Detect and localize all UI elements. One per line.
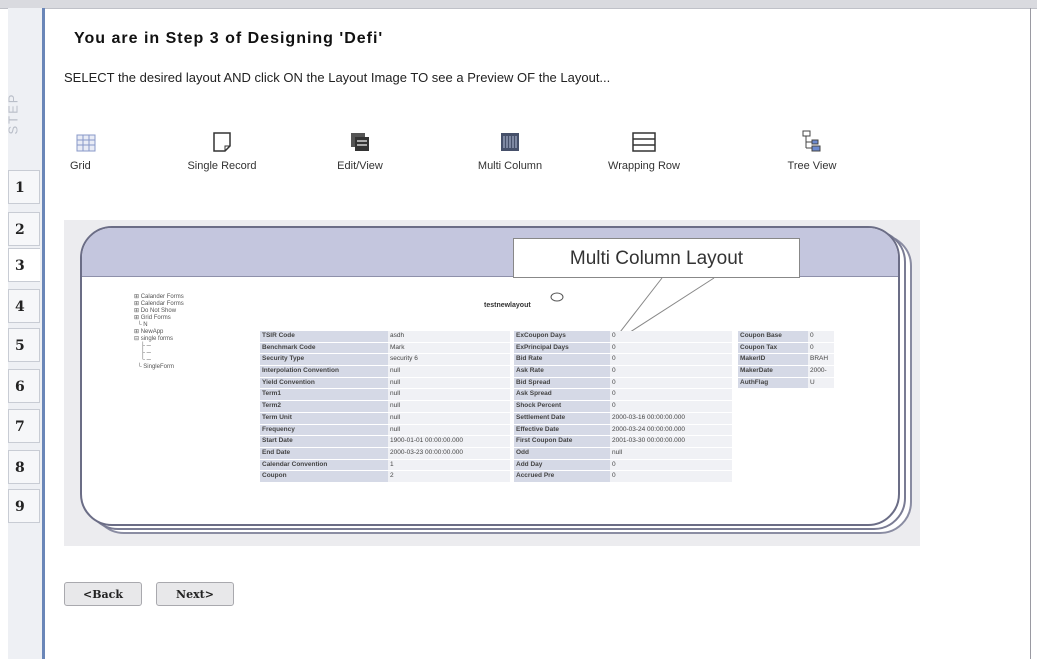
mini-row: AuthFlag U: [738, 377, 834, 390]
step-tab-5[interactable]: 5: [8, 328, 40, 362]
layout-preview-image[interactable]: Multi Column Layout ⊞ Calander Forms ⊞ C…: [64, 220, 920, 546]
instruction-text: SELECT the desired layout AND click ON t…: [64, 70, 611, 85]
mini-row: ExCoupon Days 0: [514, 331, 732, 343]
mini-row: Benchmark Code Mark: [260, 342, 510, 355]
mini-row: Term1 null: [260, 389, 510, 402]
step-tab-3[interactable]: 3: [8, 248, 40, 282]
layout-label: Wrapping Row: [608, 160, 680, 172]
mini-row: Shock Percent 0: [514, 401, 732, 413]
step-tab-7[interactable]: 7: [8, 409, 40, 443]
mini-row: First Coupon Date 2001-03-30 00:00:00.000: [514, 436, 732, 448]
tree-item: ⊞ Calander Forms: [134, 294, 184, 300]
mini-row: MakerID BRAH: [738, 354, 834, 367]
layout-label: Grid: [70, 160, 91, 172]
mini-row: Ask Spread 0: [514, 389, 732, 402]
layout-label: Tree View: [787, 160, 837, 172]
mini-grid-col1: TSIR Code asdh Benchmark Code Mark Securit…: [260, 331, 510, 483]
mini-row: Interpolation Convention null: [260, 366, 510, 378]
mini-form-title: testnewlayout: [484, 302, 531, 309]
mini-row: Settlement Date 2000-03-16 00:00:00.000: [514, 412, 732, 425]
mini-row: Coupon 2: [260, 471, 510, 483]
step-sidebar: STEP 1 2 3 4 5 6 7 8 9: [5, 8, 45, 659]
mini-row: Bid Spread 0: [514, 377, 732, 390]
mini-row: Coupon Base 0: [738, 331, 834, 343]
step-tab-1[interactable]: 1: [8, 170, 40, 204]
next-button[interactable]: Next>: [156, 582, 234, 606]
step-tab-9[interactable]: 9: [8, 489, 40, 523]
layout-option-wrapping-row[interactable]: Wrapping Row: [594, 120, 694, 172]
mini-row: Coupon Tax 0: [738, 342, 834, 355]
mini-row: Add Day 0: [514, 459, 732, 472]
mini-row: Start Date 1900-01-01 00:00:00.000: [260, 436, 510, 448]
tree-item: └ N: [134, 322, 148, 328]
step-tab-6[interactable]: 6: [8, 369, 40, 403]
step-tab-8[interactable]: 8: [8, 450, 40, 484]
mini-view-icon: [550, 292, 564, 302]
mini-row: TSIR Code asdh: [260, 331, 510, 343]
mini-row: End Date 2000-03-23 00:00:00.000: [260, 447, 510, 460]
layout-label: Multi Column: [477, 160, 543, 172]
tree-item: └ SingleForm: [134, 364, 174, 370]
mini-row: Calendar Convention 1: [260, 459, 510, 472]
single-record-icon: [172, 120, 272, 152]
mini-row: MakerDate 2000-: [738, 366, 834, 378]
page-title: You are in Step 3 of Designing 'Defi': [74, 30, 384, 47]
mini-tree: ⊞ Calander Forms ⊞ Calendar Forms ⊞ Do N…: [134, 294, 184, 371]
tree-item: └ ─: [134, 357, 151, 363]
layout-option-multi-column[interactable]: Multi Column: [474, 120, 546, 172]
layout-label: Single Record: [187, 160, 257, 172]
tree-item: ⊞ Grid Forms: [134, 315, 171, 321]
step-tab-4[interactable]: 4: [8, 289, 40, 323]
tree-item: ⊞ Do Not Show: [134, 308, 177, 314]
step-tab-2[interactable]: 2: [8, 212, 40, 246]
mini-row: Ask Rate 0: [514, 366, 732, 378]
mini-row: Security Type security 6: [260, 354, 510, 367]
mini-row: Accrued Pre 0: [514, 471, 732, 483]
layout-option-single-record[interactable]: Single Record: [172, 120, 272, 172]
mini-row: Frequency null: [260, 424, 510, 437]
layout-option-edit-view[interactable]: Edit/View: [330, 120, 390, 172]
tree-item: ⊞ Calendar Forms: [134, 301, 184, 307]
mini-row: Yield Convention null: [260, 377, 510, 390]
step-label: STEP: [5, 92, 21, 135]
multi-column-icon: [474, 120, 546, 152]
tree-item: ├ ─: [134, 350, 151, 356]
mini-grid-col2: ExCoupon Days 0 ExPrincipal Days 0 Bid Rat…: [514, 331, 732, 483]
window-top-bar: [0, 0, 1037, 9]
layout-label: Edit/View: [337, 160, 383, 172]
mini-grid-col3: Coupon Base 0 Coupon Tax 0 MakerID BRAH Mak…: [738, 331, 834, 390]
tree-item: ⊞ NewApp: [134, 329, 164, 335]
tree-view-icon: [776, 120, 848, 152]
frame-border: [1030, 8, 1031, 659]
mini-row: Term2 null: [260, 401, 510, 413]
back-button[interactable]: <Back: [64, 582, 142, 606]
mini-row: Bid Rate 0: [514, 354, 732, 367]
mini-row: ExPrincipal Days 0: [514, 342, 732, 355]
layout-option-grid[interactable]: Grid: [66, 120, 106, 172]
tree-item: ├ ─: [134, 343, 151, 349]
layout-callout: Multi Column Layout: [513, 238, 800, 278]
mini-row: Effective Date 2000-03-24 00:00:00.000: [514, 424, 732, 437]
grid-icon: [66, 120, 106, 152]
wrapping-row-icon: [594, 120, 694, 152]
layout-option-tree-view[interactable]: Tree View: [776, 120, 848, 172]
tree-item: ⊟ single forms: [134, 336, 174, 342]
mini-row: Odd null: [514, 447, 732, 460]
mini-row: Term Unit null: [260, 412, 510, 425]
edit-view-icon: [330, 120, 390, 152]
